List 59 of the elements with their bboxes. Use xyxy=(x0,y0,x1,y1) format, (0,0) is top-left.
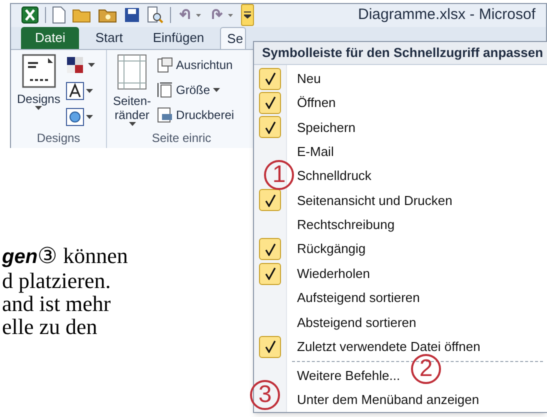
ribbon-tab[interactable]: Einfügen xyxy=(138,26,218,48)
page-orientation-icon xyxy=(157,56,174,72)
caret-icon xyxy=(86,115,94,119)
caret-icon xyxy=(86,89,94,93)
check-icon xyxy=(264,120,276,134)
caret-icon xyxy=(128,122,136,126)
body-text-line: and ist mehr xyxy=(2,292,111,315)
menu-item[interactable]: Wiederholen xyxy=(297,264,370,284)
group-label: Designs xyxy=(36,130,82,146)
dropdown-arrow-icon xyxy=(244,11,251,20)
group-label: Seite einric xyxy=(150,130,212,146)
customize-toolbar-button[interactable] xyxy=(241,4,254,26)
menu-item[interactable]: Seitenansicht und Drucken xyxy=(297,190,452,210)
magnifier-page-icon[interactable] xyxy=(146,6,164,24)
menu-item[interactable]: Unter dem Menüband anzeigen xyxy=(297,390,480,410)
menu-item[interactable]: Schnelldruck xyxy=(297,166,372,186)
menu-item[interactable]: Zuletzt verwendete Datei öffnen xyxy=(297,337,480,357)
menu-item[interactable]: Neu xyxy=(297,68,321,88)
menu-item[interactable]: E-Mail xyxy=(297,142,334,162)
ribbon-big-button[interactable]: Designs xyxy=(17,54,60,128)
window-title: Diagramme.xlsx - Microsof xyxy=(358,5,536,25)
caret-icon xyxy=(88,63,96,67)
body-text-line: d platzieren. xyxy=(2,269,111,292)
print-area-icon xyxy=(157,106,174,122)
menu-item[interactable]: Absteigend sortieren xyxy=(297,312,416,332)
check-icon xyxy=(264,96,276,110)
blank-page-icon[interactable] xyxy=(52,6,66,24)
page-margins-icon xyxy=(117,54,148,90)
ribbon-big-button[interactable]: Seiten- ränder xyxy=(113,54,152,128)
menu-item[interactable]: Aufsteigend sortieren xyxy=(297,288,420,308)
ribbon-small-button[interactable]: Größe xyxy=(157,78,234,100)
body-text-line: elle zu den xyxy=(2,315,98,338)
caret-icon xyxy=(35,106,42,110)
menu-item[interactable]: Rückgängig xyxy=(297,239,366,259)
check-icon xyxy=(264,194,276,207)
body-text-line: gen③ können xyxy=(2,244,128,269)
callout-number: 2 xyxy=(411,354,441,384)
check-icon xyxy=(264,267,276,280)
folder-icon[interactable] xyxy=(72,7,92,24)
check-icon xyxy=(264,340,276,354)
menu-item[interactable]: Weitere Befehle... xyxy=(297,366,400,386)
menu-item[interactable]: Öffnen xyxy=(297,93,336,113)
font-letter-icon[interactable] xyxy=(66,82,84,100)
spreadsheet-logo-icon[interactable] xyxy=(21,6,39,24)
ribbon-tab[interactable]: Datei xyxy=(21,26,80,48)
page-size-icon xyxy=(157,82,174,98)
menu-title: Symbolleiste für den Schnellzugriff anpassen xyxy=(254,42,547,66)
menu-item[interactable]: Speichern xyxy=(297,118,356,138)
ribbon-small-button[interactable]: Ausrichtun xyxy=(157,54,234,76)
check-icon xyxy=(264,242,276,256)
ribbon-tab[interactable]: Se xyxy=(220,26,246,50)
folder-icon[interactable] xyxy=(98,7,118,24)
check-icon xyxy=(264,72,276,85)
menu-item[interactable]: Rechtschreibung xyxy=(297,215,395,235)
ribbon-tab[interactable]: Start xyxy=(81,26,137,48)
caret-icon xyxy=(213,88,220,92)
callout-number: 3 xyxy=(250,380,280,410)
ribbon-small-button[interactable]: Druckberei xyxy=(157,104,234,126)
callout-number: 1 xyxy=(264,160,294,190)
